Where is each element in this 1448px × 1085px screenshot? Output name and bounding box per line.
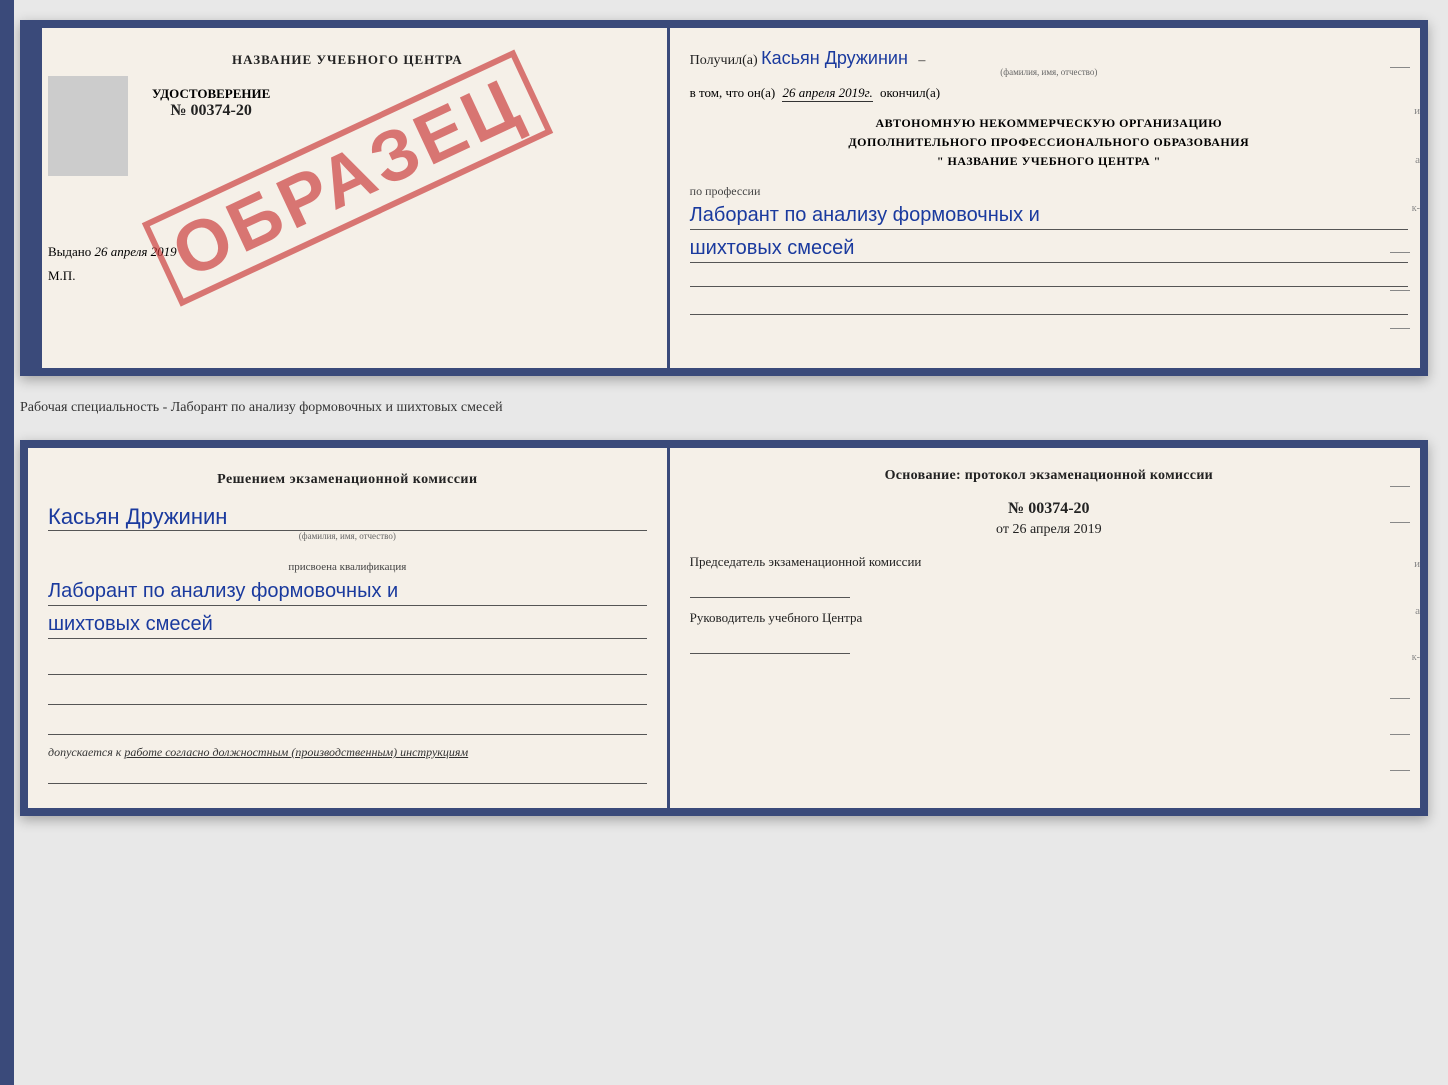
lower-name-block: Касьян Дружинин (фамилия, имя, отчество)	[48, 504, 647, 541]
fio-subtitle-upper: (фамилия, имя, отчество)	[690, 67, 1408, 77]
page-wrapper: НАЗВАНИЕ УЧЕБНОГО ЦЕНТРА УДОСТОВЕРЕНИЕ №…	[20, 20, 1428, 816]
kvalif-block: Лаборант по анализу формовочных и шихтов…	[48, 577, 647, 639]
mp-line: М.П.	[48, 268, 647, 284]
lower-edge-line-1	[1390, 486, 1410, 487]
ot-label: от	[996, 522, 1009, 537]
predsedatel-sign-line	[690, 578, 850, 598]
resheniem-label: Решением экзаменационной комиссии	[48, 472, 647, 488]
underline-2	[48, 685, 647, 705]
lower-recipient-name: Касьян Дружинин	[48, 504, 647, 531]
lower-edge-line-2	[1390, 522, 1410, 523]
lower-edge-line-5	[1390, 770, 1410, 771]
underline-3	[48, 715, 647, 735]
underline-1	[48, 655, 647, 675]
lower-inner: Решением экзаменационной комиссии Касьян…	[28, 448, 1420, 808]
ot-date: 26 апреля 2019	[1012, 522, 1101, 537]
lower-edge-text-k: к-	[1390, 652, 1420, 663]
lower-fio-subtitle: (фамилия, имя, отчество)	[48, 531, 647, 541]
vydano-line: Выдано 26 апреля 2019	[48, 244, 647, 260]
predsedatel-label: Председатель экзаменационной комиссии	[690, 554, 1408, 570]
udost-number: № 00374-20	[152, 102, 270, 120]
prof-label: по профессии	[690, 184, 1408, 199]
edge-line-4	[1390, 328, 1410, 329]
prisvoena-label: присвоена квалификация	[48, 561, 647, 573]
poluchil-line: Получил(а) Касьян Дружинин – (фамилия, и…	[690, 48, 1408, 77]
right-edge-decoration: и а к-	[1390, 28, 1420, 368]
predsedatel-block: Председатель экзаменационной комиссии	[690, 554, 1408, 598]
prof-name-line1: Лаборант по анализу формовочных и	[690, 201, 1408, 230]
udost-label: УДОСТОВЕРЕНИЕ	[152, 86, 270, 102]
dopuskaetsya-prefix: допускается к	[48, 745, 121, 759]
kvalif-line1: Лаборант по анализу формовочных и	[48, 577, 647, 606]
org-line1: АВТОНОМНУЮ НЕКОММЕРЧЕСКУЮ ОРГАНИЗАЦИЮ	[690, 114, 1408, 133]
lower-edge-line-4	[1390, 734, 1410, 735]
vtom-line: в том, что он(а) 26 апреля 2019г. окончи…	[690, 85, 1408, 102]
vydano-label: Выдано	[48, 244, 91, 259]
completion-date: 26 апреля 2019г.	[782, 85, 872, 102]
lower-edge-text-a: а	[1390, 605, 1420, 617]
working-specialty-subtitle: Рабочая специальность - Лаборант по анал…	[20, 392, 1428, 424]
rukovoditel-label: Руководитель учебного Центра	[690, 610, 1408, 626]
dopuskaetsya-text: работе согласно должностным (производств…	[124, 745, 468, 759]
lower-right-page: Основание: протокол экзаменационной коми…	[670, 448, 1420, 808]
vydano-date: 26 апреля 2019	[95, 244, 177, 259]
kvalif-line2: шихтовых смесей	[48, 610, 647, 639]
edge-text-i: и	[1390, 105, 1420, 117]
org-line3: " НАЗВАНИЕ УЧЕБНОГО ЦЕНТРА "	[690, 152, 1408, 171]
prof-name-line2: шихтовых смесей	[690, 234, 1408, 263]
edge-line-2	[1390, 252, 1410, 253]
osnovanie-label: Основание: протокол экзаменационной коми…	[690, 468, 1408, 484]
lower-certificate: Решением экзаменационной комиссии Касьян…	[20, 440, 1428, 816]
photo-placeholder	[48, 76, 128, 176]
edge-text-a: а	[1390, 154, 1420, 166]
prof-block: по профессии Лаборант по анализу формово…	[690, 184, 1408, 315]
upper-certificate: НАЗВАНИЕ УЧЕБНОГО ЦЕНТРА УДОСТОВЕРЕНИЕ №…	[20, 20, 1428, 376]
edge-line-1	[1390, 67, 1410, 68]
lower-edge-line-3	[1390, 698, 1410, 699]
dopuskaetsya-line: допускается к работе согласно должностны…	[48, 745, 647, 760]
okonchil-text: окончил(а)	[880, 85, 940, 100]
upper-left-page: НАЗВАНИЕ УЧЕБНОГО ЦЕНТРА УДОСТОВЕРЕНИЕ №…	[28, 28, 670, 368]
vtom-prefix: в том, что он(а)	[690, 85, 776, 100]
lower-edge-text-i: и	[1390, 558, 1420, 570]
cert-inner: НАЗВАНИЕ УЧЕБНОГО ЦЕНТРА УДОСТОВЕРЕНИЕ №…	[28, 28, 1420, 368]
signature-lines	[48, 655, 647, 735]
lower-right-edge-decoration: и а к-	[1390, 448, 1420, 808]
lower-left-spine	[0, 0, 14, 1085]
from-date: от 26 апреля 2019	[690, 522, 1408, 538]
protocol-number: № 00374-20	[690, 500, 1408, 518]
edge-line-3	[1390, 290, 1410, 291]
rukovoditel-block: Руководитель учебного Центра	[690, 610, 1408, 654]
upper-right-page: Получил(а) Касьян Дружинин – (фамилия, и…	[670, 28, 1420, 368]
poluchil-prefix: Получил(а)	[690, 53, 758, 68]
org-line2: ДОПОЛНИТЕЛЬНОГО ПРОФЕССИОНАЛЬНОГО ОБРАЗО…	[690, 133, 1408, 152]
org-block: АВТОНОМНУЮ НЕКОММЕРЧЕСКУЮ ОРГАНИЗАЦИЮ ДО…	[690, 114, 1408, 172]
school-title: НАЗВАНИЕ УЧЕБНОГО ЦЕНТРА	[48, 52, 647, 68]
rukovoditel-sign-line	[690, 634, 850, 654]
udost-label-block: УДОСТОВЕРЕНИЕ № 00374-20	[152, 86, 270, 120]
recipient-name: Касьян Дружинин	[761, 48, 908, 68]
udost-block: УДОСТОВЕРЕНИЕ № 00374-20	[152, 76, 270, 184]
edge-text-k: к-	[1390, 203, 1420, 214]
lower-left-page: Решением экзаменационной комиссии Касьян…	[28, 448, 670, 808]
